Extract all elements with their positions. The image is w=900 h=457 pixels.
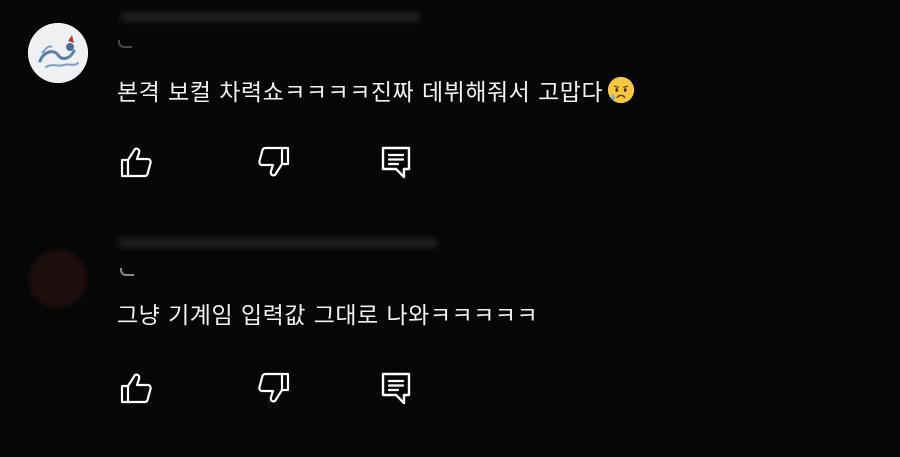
comment-body: 본격 보컬 차력쇼ㅋㅋㅋㅋ진짜 데뷔해줘서 고맙다 bbox=[117, 80, 604, 106]
thumbs-up-icon bbox=[120, 373, 152, 404]
comment-item: 본격 보컬 차력쇼ㅋㅋㅋㅋ진짜 데뷔해줘서 고맙다 bbox=[0, 0, 900, 228]
crying-face-icon bbox=[607, 76, 635, 104]
reply-icon bbox=[381, 372, 411, 405]
author-name-blurred bbox=[118, 238, 438, 248]
reply-button[interactable] bbox=[378, 370, 414, 406]
thumbs-down-icon bbox=[258, 146, 290, 177]
reply-button[interactable] bbox=[378, 144, 414, 180]
timestamp-blurred bbox=[120, 268, 134, 276]
thumbs-down-icon bbox=[258, 372, 290, 403]
like-button[interactable] bbox=[118, 370, 154, 406]
dislike-button[interactable] bbox=[256, 144, 292, 180]
like-button[interactable] bbox=[118, 144, 154, 180]
dragon-avatar-icon bbox=[28, 23, 88, 83]
reply-icon bbox=[381, 146, 411, 179]
comment-item: 그냥 기계임 입력값 그대로 나와ㅋㅋㅋㅋㅋ bbox=[0, 228, 900, 457]
comment-text: 그냥 기계임 입력값 그대로 나와ㅋㅋㅋㅋㅋ bbox=[117, 296, 538, 330]
comment-body: 그냥 기계임 입력값 그대로 나와ㅋㅋㅋㅋㅋ bbox=[117, 303, 539, 329]
timestamp-blurred bbox=[118, 40, 132, 48]
avatar[interactable] bbox=[28, 249, 88, 309]
author-name-blurred bbox=[120, 12, 420, 22]
dislike-button[interactable] bbox=[256, 370, 292, 406]
avatar-image-icon bbox=[28, 249, 88, 309]
thumbs-up-icon bbox=[120, 147, 152, 178]
avatar[interactable] bbox=[28, 23, 88, 83]
comment-text: 본격 보컬 차력쇼ㅋㅋㅋㅋ진짜 데뷔해줘서 고맙다 bbox=[117, 73, 636, 107]
